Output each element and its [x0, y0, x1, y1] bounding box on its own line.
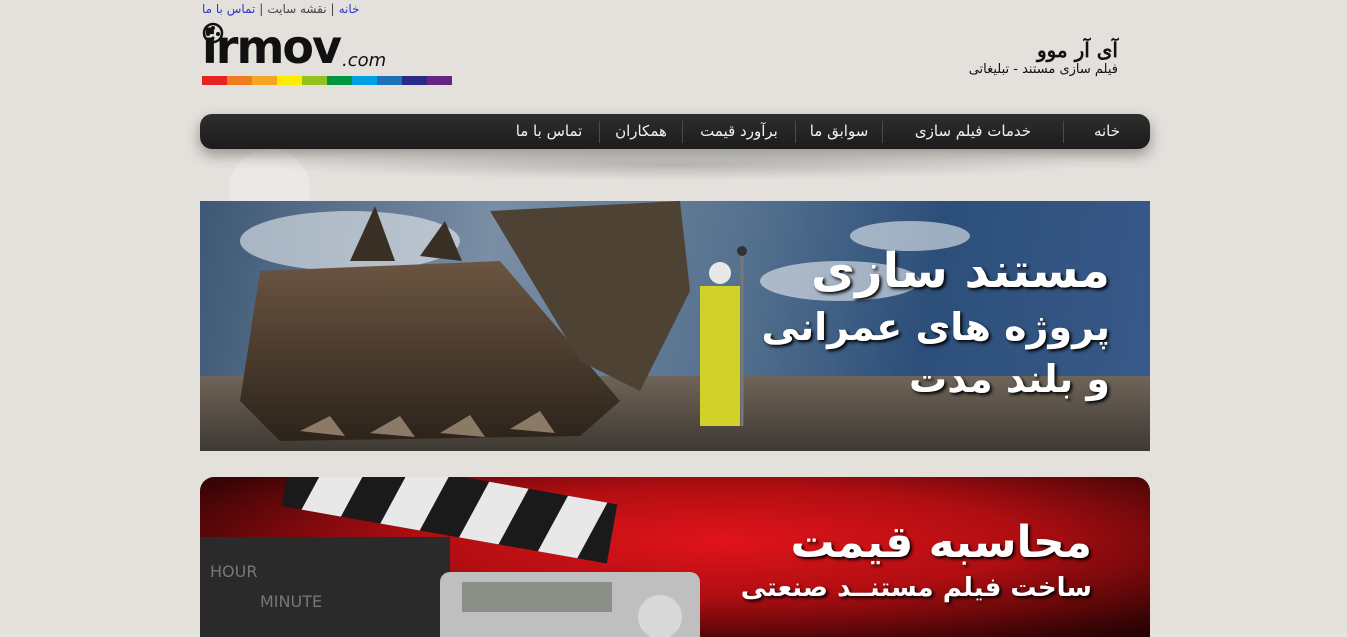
nav-item[interactable]: خانه [1064, 114, 1150, 149]
main-nav: خانه خدمات فیلم سازی سوابق ما برآورد قیمت هم… [200, 114, 1150, 149]
color-stripe [202, 76, 227, 85]
top-link-contact[interactable]: تماس با ما [202, 2, 255, 16]
top-links: خانه|نقشه سایت|تماس با ما [202, 2, 359, 16]
color-stripe [252, 76, 277, 85]
banner2-line1: محاسبه قیمت [790, 517, 1092, 568]
banner1-heading: مستند سازی پروژه های عمرانی و بلند مدت [761, 241, 1110, 405]
nav-divider [795, 120, 796, 143]
separator: | [330, 2, 335, 16]
banner-documentary[interactable]: مستند سازی پروژه های عمرانی و بلند مدت [200, 201, 1150, 451]
brand-title: آی آر موو [1036, 38, 1118, 62]
site-logo[interactable]: irmov .com [202, 22, 454, 86]
nav-shadow [260, 150, 1090, 180]
top-link-sitemap[interactable]: نقشه سایت [267, 2, 326, 16]
color-stripe [427, 76, 452, 85]
banner2-heading: محاسبه قیمت ساخت فیلم مستنــد صنعتی [741, 515, 1092, 605]
nav-item[interactable]: برآورد قیمت [683, 114, 795, 149]
separator: | [259, 2, 264, 16]
color-stripe [402, 76, 427, 85]
banner1-line2: پروژه های عمرانی [761, 305, 1110, 349]
page-container: خانه|نقشه سایت|تماس با ما irmov .com آی … [200, 0, 1150, 637]
top-link-home[interactable]: خانه [339, 2, 360, 16]
color-stripe [377, 76, 402, 85]
svg-text:HOUR: HOUR [210, 562, 257, 581]
logo-color-bar [202, 76, 452, 85]
color-stripe [302, 76, 327, 85]
nav-divider [882, 120, 883, 143]
logo-wordmark: irmov [202, 20, 342, 74]
nav-item[interactable]: سوابق ما [796, 114, 882, 149]
banner1-line1: مستند سازی [810, 243, 1110, 299]
svg-text:MINUTE: MINUTE [260, 592, 322, 611]
color-stripe [227, 76, 252, 85]
brand-subtitle: فیلم سازی مستند - تبلیغاتی [968, 62, 1118, 77]
nav-divider [1063, 120, 1064, 143]
color-stripe [277, 76, 302, 85]
nav-divider [599, 120, 600, 143]
color-stripe [327, 76, 352, 85]
brand-block: آی آر موو فیلم سازی مستند - تبلیغاتی [969, 38, 1118, 78]
banner1-line3: و بلند مدت [909, 357, 1110, 401]
nav-item[interactable]: خدمات فیلم سازی [883, 114, 1063, 149]
nav-item[interactable]: تماس با ما [499, 114, 599, 149]
nav-item[interactable]: همکاران [600, 114, 682, 149]
nav-divider [682, 120, 683, 143]
banner2-line2: ساخت فیلم مستنــد صنعتی [740, 573, 1092, 603]
color-stripe [352, 76, 377, 85]
banner-price-calculator[interactable]: HOUR MINUTE محاسبه قیمت ساخت فیلم مستنــ… [200, 477, 1150, 637]
logo-suffix: .com [342, 50, 387, 71]
